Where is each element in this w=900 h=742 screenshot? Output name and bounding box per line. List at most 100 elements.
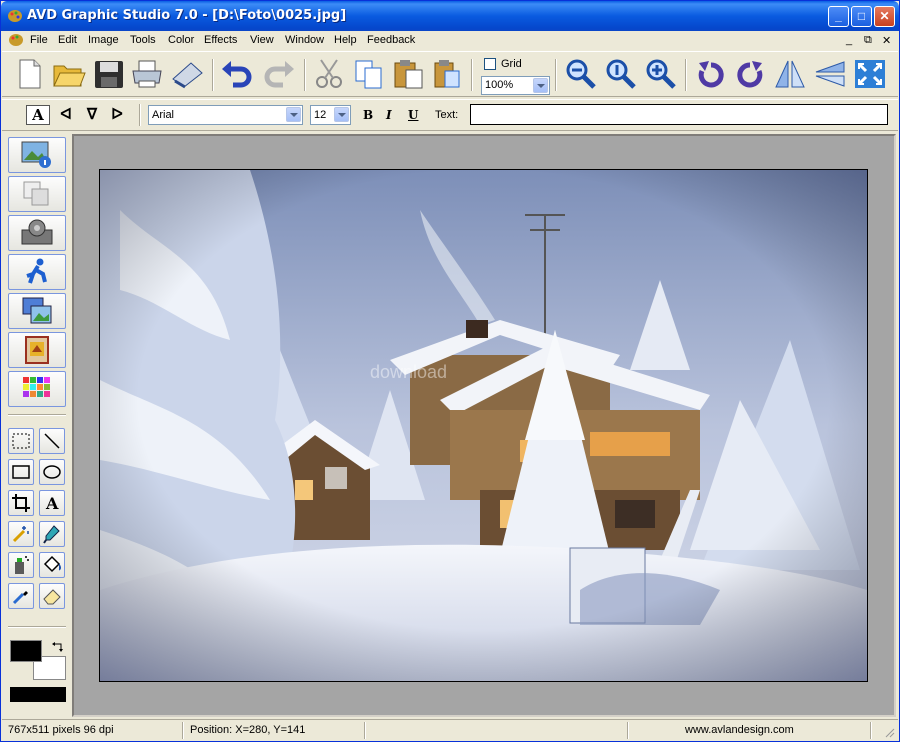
undo-icon[interactable] <box>219 57 255 91</box>
bold-button[interactable]: B <box>363 108 373 122</box>
menu-feedback[interactable]: Feedback <box>367 34 415 46</box>
current-color-bar[interactable] <box>10 687 66 702</box>
menu-file[interactable]: File <box>30 34 48 46</box>
dropper-fill-tool[interactable] <box>39 521 65 547</box>
fill-bucket-icon <box>43 555 61 573</box>
eraser-tool[interactable] <box>39 583 65 609</box>
eyedropper-icon <box>12 591 28 605</box>
layers-button[interactable] <box>8 176 66 212</box>
mdi-restore-button[interactable]: ⧉ <box>864 34 872 47</box>
menu-help[interactable]: Help <box>334 34 357 46</box>
flip-horizontal-icon[interactable] <box>772 57 808 91</box>
palette-button[interactable] <box>8 371 66 407</box>
rotate-right-icon[interactable] <box>732 57 768 91</box>
magic-wand-tool[interactable] <box>8 521 34 547</box>
slideshow-icon <box>22 297 52 324</box>
font-select[interactable]: Arial <box>148 105 303 125</box>
ellipse-icon <box>43 465 61 479</box>
paste-icon[interactable] <box>391 57 427 91</box>
website-link[interactable]: www.avlandesign.com <box>685 724 794 736</box>
scan-icon[interactable] <box>169 57 205 91</box>
document-icon[interactable] <box>8 33 24 47</box>
open-icon[interactable] <box>51 57 87 91</box>
maximize-button[interactable]: □ <box>851 6 872 27</box>
animation-button[interactable] <box>8 254 66 290</box>
status-divider <box>870 722 872 739</box>
text-rotate-down-button[interactable]: ᐁ <box>81 105 103 125</box>
minimize-button[interactable]: _ <box>828 6 849 27</box>
magic-wand-icon <box>12 526 29 543</box>
image-size-status: 767x511 pixels 96 dpi <box>8 724 114 736</box>
paste-new-icon[interactable] <box>429 57 465 91</box>
zoom-value: 100% <box>485 79 514 91</box>
menu-color[interactable]: Color <box>168 34 194 46</box>
font-size-select[interactable]: 12 <box>310 105 351 125</box>
fit-window-icon[interactable] <box>852 57 888 91</box>
cursor-position-status: Position: X=280, Y=141 <box>190 724 306 736</box>
resize-grip-icon[interactable] <box>883 726 895 738</box>
swap-colors-icon[interactable] <box>51 641 65 655</box>
redo-icon[interactable] <box>261 57 297 91</box>
menu-window[interactable]: Window <box>285 34 324 46</box>
app-window: AVD Graphic Studio 7.0 - [D:\Foto\0025.j… <box>0 0 900 742</box>
frame-button[interactable] <box>8 332 66 368</box>
close-button[interactable]: ✕ <box>874 6 895 27</box>
text-rotate-left-button[interactable]: ᐊ <box>55 105 77 125</box>
zoom-in-icon[interactable] <box>643 57 679 91</box>
cut-icon[interactable] <box>311 57 347 91</box>
ellipse-tool[interactable] <box>39 459 65 485</box>
italic-button[interactable]: I <box>386 108 392 122</box>
title-bar[interactable]: AVD Graphic Studio 7.0 - [D:\Foto\0025.j… <box>1 1 899 31</box>
eraser-icon <box>43 589 61 605</box>
panel-separator <box>8 414 66 416</box>
print-icon[interactable] <box>129 57 165 91</box>
batch-button[interactable] <box>8 215 66 251</box>
rectangle-icon <box>12 465 30 479</box>
fill-bucket-tool[interactable] <box>39 552 65 578</box>
menu-edit[interactable]: Edit <box>58 34 77 46</box>
eyedropper-tool[interactable] <box>8 583 34 609</box>
font-value: Arial <box>152 109 175 121</box>
mdi-minimize-button[interactable]: _ <box>846 34 852 46</box>
menu-effects[interactable]: Effects <box>204 34 237 46</box>
flip-vertical-icon[interactable] <box>812 57 848 91</box>
foreground-color-swatch[interactable] <box>10 640 42 662</box>
layers-icon <box>23 181 49 206</box>
zoom-actual-icon[interactable] <box>603 57 639 91</box>
mdi-close-button[interactable]: ✕ <box>882 34 891 47</box>
text-normal-button[interactable]: A <box>26 105 50 125</box>
spray-tool[interactable] <box>8 552 34 578</box>
frame-icon <box>25 336 49 364</box>
text-input[interactable] <box>470 104 888 125</box>
menu-image[interactable]: Image <box>88 34 119 46</box>
chevron-down-icon[interactable] <box>286 107 301 122</box>
save-icon[interactable] <box>91 57 127 91</box>
text-rotate-right-button[interactable]: ᐅ <box>106 105 128 125</box>
menu-view[interactable]: View <box>250 34 274 46</box>
underline-button[interactable]: U <box>408 108 418 122</box>
image-canvas[interactable]: download <box>99 169 868 682</box>
runner-icon <box>26 258 47 284</box>
text-tool[interactable]: A <box>39 490 65 516</box>
zoom-out-icon[interactable] <box>563 57 599 91</box>
chevron-down-icon[interactable] <box>533 78 548 93</box>
rect-select-icon <box>12 433 30 449</box>
copy-icon[interactable] <box>351 57 387 91</box>
status-divider <box>364 722 366 739</box>
text-label: Text: <box>435 109 459 121</box>
image-info-button[interactable] <box>8 137 66 173</box>
rotate-left-icon[interactable] <box>693 57 729 91</box>
slideshow-button[interactable] <box>8 293 66 329</box>
rect-select-tool[interactable] <box>8 428 34 454</box>
new-icon[interactable] <box>11 57 47 91</box>
crop-tool[interactable] <box>8 490 34 516</box>
rectangle-tool[interactable] <box>8 459 34 485</box>
chevron-down-icon[interactable] <box>334 107 349 122</box>
zoom-select[interactable]: 100% <box>481 76 550 95</box>
grid-checkbox[interactable] <box>484 58 496 70</box>
snow-house-photo: download <box>100 170 867 681</box>
text-tool-icon: A <box>45 494 59 513</box>
toolbar-separator <box>555 59 557 91</box>
menu-tools[interactable]: Tools <box>130 34 156 46</box>
line-tool[interactable] <box>39 428 65 454</box>
